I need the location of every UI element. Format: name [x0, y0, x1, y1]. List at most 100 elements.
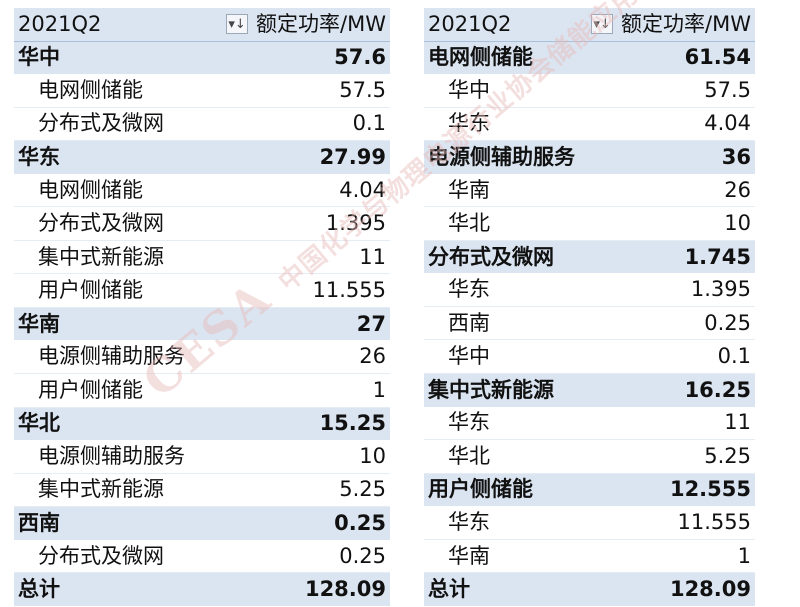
detail-row[interactable]: 华东 11.555 [424, 506, 755, 540]
row-label: 华东 [424, 406, 583, 441]
row-label: 电网侧储能 [424, 40, 583, 75]
row-value: 15.25 [205, 406, 390, 441]
grand-total-row[interactable]: 总计 128.09 [14, 572, 390, 606]
row-label: 西南 [14, 506, 206, 540]
pivot-table-left: 2021Q2 ▾↓ 额定功率/MW 华中 57.6 电网侧储能 57.5 分布式及微网 0… [14, 8, 390, 606]
group-row[interactable]: 华南 27 [14, 306, 390, 341]
detail-row[interactable]: 电网侧储能 57.5 [14, 74, 390, 108]
row-label: 用户侧储能 [14, 273, 206, 308]
row-label: 西南 [424, 306, 583, 341]
row-value: 12.555 [582, 472, 755, 507]
detail-row[interactable]: 华东 4.04 [424, 107, 755, 142]
detail-row[interactable]: 电源侧辅助服务 26 [14, 340, 390, 375]
row-value: 0.1 [582, 339, 755, 375]
row-label: 华北 [14, 406, 206, 441]
detail-row[interactable]: 集中式新能源 11 [14, 240, 390, 275]
row-label: 华东 [424, 273, 583, 307]
pivot-body-right: 电网侧储能 61.54 华中 57.5 华东 4.04 电源侧辅助服务 36 华南 26 华北 10 分… [424, 40, 755, 606]
group-row[interactable]: 电网侧储能 61.54 [424, 40, 755, 75]
detail-row[interactable]: 华东 11 [424, 406, 755, 441]
row-field-label: 2021Q2 [424, 8, 583, 42]
group-row[interactable]: 西南 0.25 [14, 506, 390, 540]
row-value: 10 [205, 440, 390, 474]
row-label: 华东 [14, 140, 206, 174]
detail-row[interactable]: 华北 5.25 [424, 439, 755, 474]
row-label: 华东 [424, 107, 583, 142]
row-label: 电源侧辅助服务 [14, 440, 206, 474]
group-row[interactable]: 华中 57.6 [14, 40, 390, 75]
value-field-cell: ▾↓ 额定功率/MW [205, 8, 390, 42]
row-label: 华北 [424, 439, 583, 474]
row-value: 26 [205, 340, 390, 375]
detail-row[interactable]: 电网侧储能 4.04 [14, 173, 390, 208]
row-value: 27 [205, 306, 390, 341]
pivot-table-right: 2021Q2 ▾↓ 额定功率/MW 电网侧储能 61.54 华中 57.5 华东 4.04… [424, 8, 755, 606]
row-value: 10 [582, 206, 755, 241]
row-label: 华南 [424, 173, 583, 208]
detail-row[interactable]: 用户侧储能 1 [14, 373, 390, 408]
detail-row[interactable]: 电源侧辅助服务 10 [14, 440, 390, 474]
row-value: 128.09 [205, 572, 390, 606]
row-label: 分布式及微网 [14, 206, 206, 241]
row-value: 5.25 [205, 473, 390, 508]
row-value: 1.395 [582, 273, 755, 307]
row-label: 集中式新能源 [14, 473, 206, 508]
row-label: 华中 [424, 339, 583, 375]
value-field-cell: ▾↓ 额定功率/MW [582, 8, 755, 42]
detail-row[interactable]: 华北 10 [424, 206, 755, 241]
row-value: 0.1 [205, 107, 390, 142]
group-row[interactable]: 电源侧辅助服务 36 [424, 140, 755, 174]
row-value: 11.555 [205, 273, 390, 308]
row-label: 分布式及微网 [14, 539, 206, 574]
detail-row[interactable]: 华南 26 [424, 173, 755, 208]
row-label: 电网侧储能 [14, 173, 206, 208]
detail-row[interactable]: 分布式及微网 0.1 [14, 107, 390, 142]
detail-row[interactable]: 华东 1.395 [424, 273, 755, 307]
row-label: 用户侧储能 [424, 472, 583, 507]
row-value: 57.5 [582, 74, 755, 108]
pivot-body-left: 华中 57.6 电网侧储能 57.5 分布式及微网 0.1 华东 27.99 电网侧储能 4.04… [14, 40, 390, 606]
detail-row[interactable]: 华中 57.5 [424, 74, 755, 108]
row-label: 电源侧辅助服务 [424, 140, 583, 174]
row-value: 1.745 [582, 239, 755, 274]
group-row[interactable]: 用户侧储能 12.555 [424, 472, 755, 507]
value-field-label: 额定功率/MW [256, 11, 386, 36]
row-value: 16.25 [582, 373, 755, 407]
detail-row[interactable]: 分布式及微网 0.25 [14, 539, 390, 574]
row-label: 分布式及微网 [424, 239, 583, 274]
detail-row[interactable]: 华中 0.1 [424, 339, 755, 375]
grand-total-row[interactable]: 总计 128.09 [424, 572, 755, 606]
detail-row[interactable]: 华南 1 [424, 539, 755, 574]
pivot-header-row: 2021Q2 ▾↓ 额定功率/MW [424, 8, 755, 42]
detail-row[interactable]: 集中式新能源 5.25 [14, 473, 390, 508]
detail-row[interactable]: 用户侧储能 11.555 [14, 273, 390, 308]
row-label: 分布式及微网 [14, 107, 206, 142]
row-value: 1 [582, 539, 755, 574]
group-row[interactable]: 分布式及微网 1.745 [424, 239, 755, 274]
row-value: 1.395 [205, 206, 390, 241]
row-value: 57.6 [205, 40, 390, 75]
row-label: 集中式新能源 [424, 373, 583, 407]
pivot-header-row: 2021Q2 ▾↓ 额定功率/MW [14, 8, 390, 42]
row-value: 61.54 [582, 40, 755, 75]
row-value: 4.04 [205, 173, 390, 208]
row-value: 0.25 [582, 306, 755, 341]
row-value: 11 [582, 406, 755, 441]
filter-dropdown-button[interactable]: ▾↓ [226, 14, 249, 35]
row-value: 36 [582, 140, 755, 174]
group-row[interactable]: 华东 27.99 [14, 140, 390, 174]
row-value: 11.555 [582, 506, 755, 540]
row-value: 128.09 [582, 572, 755, 606]
row-value: 26 [582, 173, 755, 208]
detail-row[interactable]: 西南 0.25 [424, 306, 755, 341]
detail-row[interactable]: 分布式及微网 1.395 [14, 206, 390, 241]
group-row[interactable]: 集中式新能源 16.25 [424, 373, 755, 407]
row-label: 集中式新能源 [14, 240, 206, 275]
row-label: 电源侧辅助服务 [14, 340, 206, 375]
filter-dropdown-button[interactable]: ▾↓ [591, 14, 614, 35]
row-value: 1 [205, 373, 390, 408]
value-field-label: 额定功率/MW [621, 11, 751, 36]
row-value: 4.04 [582, 107, 755, 142]
row-value: 27.99 [205, 140, 390, 174]
group-row[interactable]: 华北 15.25 [14, 406, 390, 441]
